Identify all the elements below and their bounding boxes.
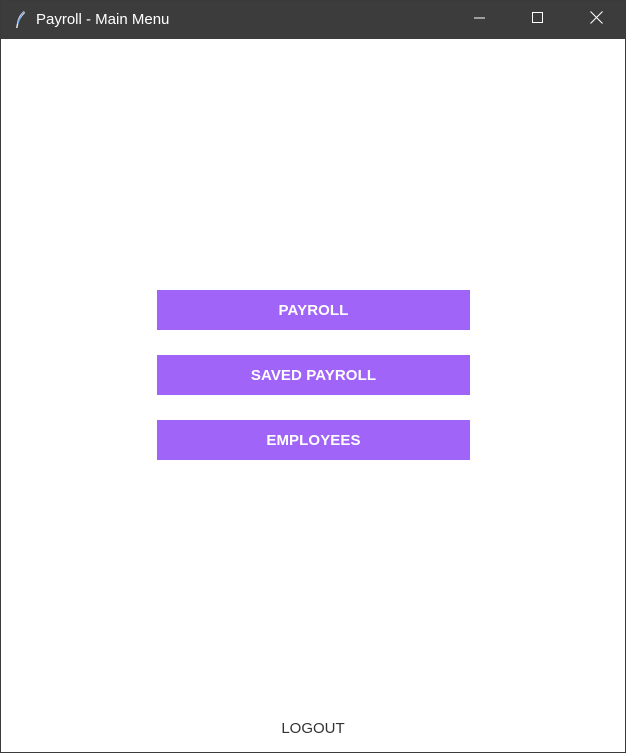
main-menu-area: PAYROLL SAVED PAYROLL EMPLOYEES LOGOUT <box>1 39 625 752</box>
minimize-icon <box>474 11 486 29</box>
close-icon <box>589 11 603 29</box>
maximize-button[interactable] <box>509 1 567 39</box>
employees-button[interactable]: EMPLOYEES <box>157 420 470 460</box>
title-bar[interactable]: Payroll - Main Menu <box>1 1 625 39</box>
close-button[interactable] <box>567 1 625 39</box>
saved-payroll-button[interactable]: SAVED PAYROLL <box>157 355 470 395</box>
logout-button[interactable]: LOGOUT <box>1 720 625 737</box>
app-window: Payroll - Main Menu PAYROLL SAVED PAYROL… <box>0 0 626 753</box>
minimize-button[interactable] <box>451 1 509 39</box>
window-title: Payroll - Main Menu <box>36 11 170 28</box>
feather-icon <box>13 10 29 30</box>
payroll-button[interactable]: PAYROLL <box>157 290 470 330</box>
maximize-icon <box>532 11 544 29</box>
